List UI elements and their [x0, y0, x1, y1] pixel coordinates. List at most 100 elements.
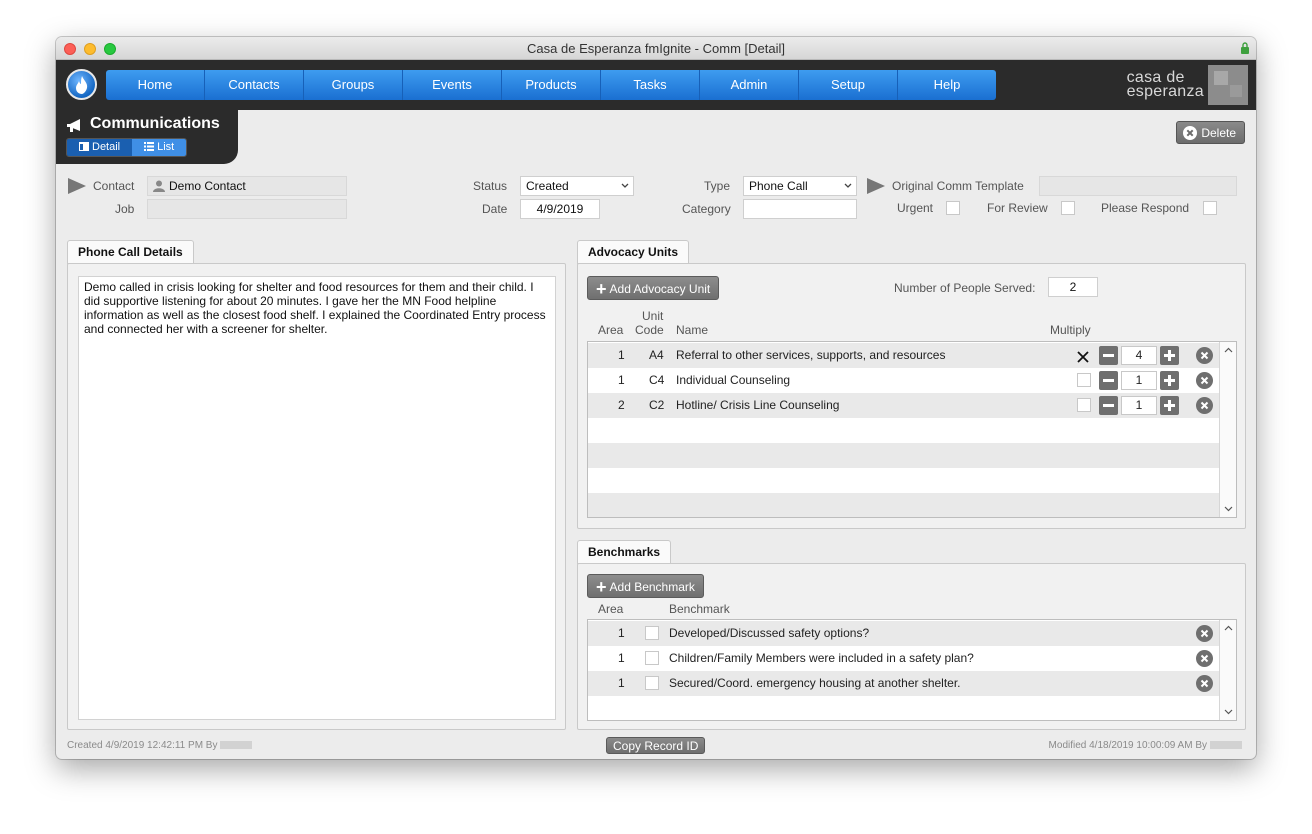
table-row: 1 Children/Family Members were included … [588, 646, 1219, 671]
contact-go-icon[interactable] [68, 178, 86, 194]
tab-advocacy-units[interactable]: Advocacy Units [577, 240, 690, 264]
chevron-down-icon [621, 183, 629, 188]
increment-button[interactable] [1160, 371, 1179, 390]
quantity-field[interactable]: 4 [1121, 346, 1157, 365]
contact-field[interactable]: Demo Contact [147, 176, 347, 196]
type-label: Type [704, 179, 731, 193]
table-row: 1 Developed/Discussed safety options? [588, 621, 1219, 646]
remove-row-icon[interactable] [1196, 625, 1213, 642]
benchmark-checkbox[interactable] [645, 651, 659, 665]
scroll-down-icon[interactable] [1224, 506, 1233, 512]
col-benchmark: Benchmark [669, 602, 730, 616]
increment-button[interactable] [1160, 346, 1179, 365]
remove-row-icon[interactable] [1196, 650, 1213, 667]
row-benchmark: Children/Family Members were included in… [669, 651, 974, 665]
close-window-button[interactable] [64, 43, 76, 55]
row-area: 1 [618, 676, 625, 690]
row-area: 1 [618, 651, 625, 665]
benchmark-checkbox[interactable] [645, 626, 659, 640]
delete-button[interactable]: Delete [1176, 121, 1245, 144]
scroll-up-icon[interactable] [1224, 347, 1233, 353]
remove-row-icon[interactable] [1196, 372, 1213, 389]
benchmark-checkbox[interactable] [645, 676, 659, 690]
decrement-button[interactable] [1099, 346, 1118, 365]
row-code: A4 [649, 348, 664, 362]
row-benchmark: Developed/Discussed safety options? [669, 626, 870, 640]
template-field[interactable] [1039, 176, 1237, 196]
status-select[interactable]: Created [520, 176, 634, 196]
type-select[interactable]: Phone Call [743, 176, 857, 196]
list-view-label: List [157, 141, 175, 153]
copy-record-id-button[interactable]: Copy Record ID [606, 737, 706, 754]
status-value: Created [526, 179, 569, 193]
increment-button[interactable] [1160, 396, 1179, 415]
scroll-up-icon[interactable] [1224, 625, 1233, 631]
tab-benchmarks[interactable]: Benchmarks [577, 540, 672, 564]
app-logo[interactable] [66, 69, 97, 100]
multiply-checkbox[interactable] [1077, 373, 1091, 387]
table-row: 2 C2 Hotline/ Crisis Line Counseling 1 [588, 393, 1219, 418]
minus-icon [1103, 404, 1114, 407]
category-field[interactable] [743, 199, 857, 219]
review-checkbox[interactable] [1061, 201, 1075, 215]
nav-home[interactable]: Home [106, 70, 205, 100]
people-served-field[interactable]: 2 [1048, 277, 1098, 297]
brand-logo-text: casa de esperanza [1127, 70, 1204, 100]
row-area: 2 [618, 398, 625, 412]
date-field[interactable]: 4/9/2019 [520, 199, 600, 219]
decrement-button[interactable] [1099, 396, 1118, 415]
add-benchmark-button[interactable]: + Add Benchmark [587, 574, 704, 598]
notes-textarea[interactable]: Demo called in crisis looking for shelte… [78, 276, 556, 720]
remove-row-icon[interactable] [1196, 397, 1213, 414]
job-field[interactable] [147, 199, 347, 219]
minimize-window-button[interactable] [84, 43, 96, 55]
decrement-button[interactable] [1099, 371, 1118, 390]
type-value: Phone Call [749, 179, 808, 193]
app-window: Casa de Esperanza fmIgnite - Comm [Detai… [56, 37, 1256, 759]
window-title: Casa de Esperanza fmIgnite - Comm [Detai… [527, 41, 785, 56]
remove-row-icon[interactable] [1196, 675, 1213, 692]
multiply-checkbox[interactable] [1076, 348, 1090, 363]
module-title: Communications [90, 115, 220, 132]
nav-admin[interactable]: Admin [700, 70, 799, 100]
urgent-checkbox[interactable] [946, 201, 960, 215]
nav-groups[interactable]: Groups [304, 70, 403, 100]
nav-products[interactable]: Products [502, 70, 601, 100]
plus-icon [1164, 350, 1175, 361]
created-info: Created 4/9/2019 12:42:11 PM By [67, 740, 253, 751]
plus-icon: + [596, 279, 607, 299]
table-row: 1 Secured/Coord. emergency housing at an… [588, 671, 1219, 696]
redacted-user [1210, 741, 1242, 749]
minus-icon [1103, 354, 1114, 357]
scroll-down-icon[interactable] [1224, 709, 1233, 715]
add-advocacy-unit-button[interactable]: + Add Advocacy Unit [587, 276, 720, 300]
row-name: Referral to other services, supports, an… [676, 348, 946, 362]
col-multiply: Multiply [1050, 323, 1091, 337]
table-row: 1 A4 Referral to other services, support… [588, 343, 1219, 368]
multiply-checkbox[interactable] [1077, 398, 1091, 412]
tab-phone-call-details[interactable]: Phone Call Details [67, 240, 194, 264]
detail-view-button[interactable]: Detail [67, 139, 133, 156]
list-view-button[interactable]: List [132, 139, 187, 156]
remove-row-icon[interactable] [1196, 347, 1213, 364]
template-go-icon[interactable] [867, 178, 885, 194]
nav-contacts[interactable]: Contacts [205, 70, 304, 100]
benchmark-scrollbar[interactable] [1219, 620, 1236, 720]
window-titlebar: Casa de Esperanza fmIgnite - Comm [Detai… [56, 37, 1256, 60]
contact-label: Contact [93, 179, 135, 193]
quantity-field[interactable]: 1 [1121, 396, 1157, 415]
quantity-field[interactable]: 1 [1121, 371, 1157, 390]
nav-events[interactable]: Events [403, 70, 502, 100]
respond-checkbox[interactable] [1203, 201, 1217, 215]
col-name: Name [676, 323, 709, 337]
nav-setup[interactable]: Setup [799, 70, 898, 100]
nav-tasks[interactable]: Tasks [601, 70, 700, 100]
col-unit: Unit [642, 309, 664, 323]
advocacy-scrollbar[interactable] [1219, 342, 1236, 517]
people-served-label: Number of People Served: [894, 281, 1036, 295]
job-label: Job [115, 202, 135, 216]
maximize-window-button[interactable] [104, 43, 116, 55]
delete-x-icon [1183, 126, 1198, 140]
nav-help[interactable]: Help [898, 70, 996, 100]
checked-x-icon [1077, 351, 1089, 363]
